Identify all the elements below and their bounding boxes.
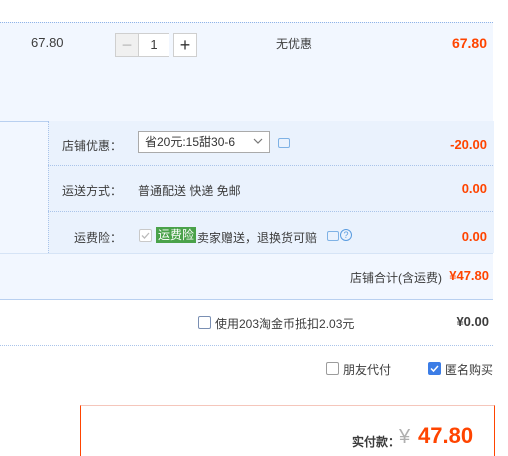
- friend-pay-checkbox[interactable]: [326, 362, 339, 375]
- final-label: 实付款：: [352, 435, 401, 449]
- increase-quantity-button[interactable]: +: [173, 33, 197, 57]
- quantity-input[interactable]: 1: [139, 33, 169, 57]
- shipping-amount: 0.00: [461, 181, 487, 196]
- insurance-checkbox: [139, 229, 152, 242]
- decrease-quantity-button[interactable]: −: [115, 33, 139, 57]
- anonymous-checkbox[interactable]: [428, 362, 441, 375]
- chevron-down-icon: [252, 134, 264, 154]
- shop-coupon-selected: 省20元:15甜30-6: [145, 135, 236, 149]
- coin-amount: ¥0.00: [456, 314, 489, 329]
- friend-pay-label: 朋友代付: [343, 363, 392, 377]
- insurance-text: 卖家赠送，退换货可赔: [197, 231, 318, 245]
- order-item-row: [0, 22, 493, 122]
- item-subtotal: 67.80: [451, 35, 487, 51]
- final-amount: 47.80: [418, 423, 474, 448]
- shipping-label: 运送方式：: [61, 184, 122, 198]
- item-discount: 无优惠: [276, 37, 313, 51]
- insurance-label: 运费险：: [73, 231, 122, 245]
- anonymous-label: 匿名购买: [445, 363, 494, 377]
- quantity-stepper: − 1 +: [115, 33, 197, 57]
- comment-icon[interactable]: [327, 231, 339, 241]
- shop-coupon-select[interactable]: 省20元:15甜30-6: [138, 131, 270, 153]
- unit-price: 67.80: [31, 35, 64, 50]
- coin-checkbox[interactable]: [198, 316, 211, 329]
- pay-options-row: [0, 345, 493, 391]
- coin-label: 使用203淘金币抵扣2.03元: [215, 317, 355, 331]
- shipping-method: 普通配送 快递 免邮: [138, 184, 241, 198]
- shop-total-amount: ¥47.80: [449, 268, 489, 283]
- comment-icon[interactable]: [278, 138, 290, 148]
- insurance-tag: 运费险: [156, 227, 197, 243]
- help-icon[interactable]: ?: [340, 229, 352, 241]
- final-currency: ¥: [399, 426, 411, 448]
- shop-coupon-amount: -20.00: [450, 137, 487, 152]
- insurance-amount: 0.00: [461, 229, 487, 244]
- shop-coupon-label: 店铺优惠：: [61, 139, 122, 153]
- shop-total-label: 店铺合计(含运费): [350, 271, 442, 285]
